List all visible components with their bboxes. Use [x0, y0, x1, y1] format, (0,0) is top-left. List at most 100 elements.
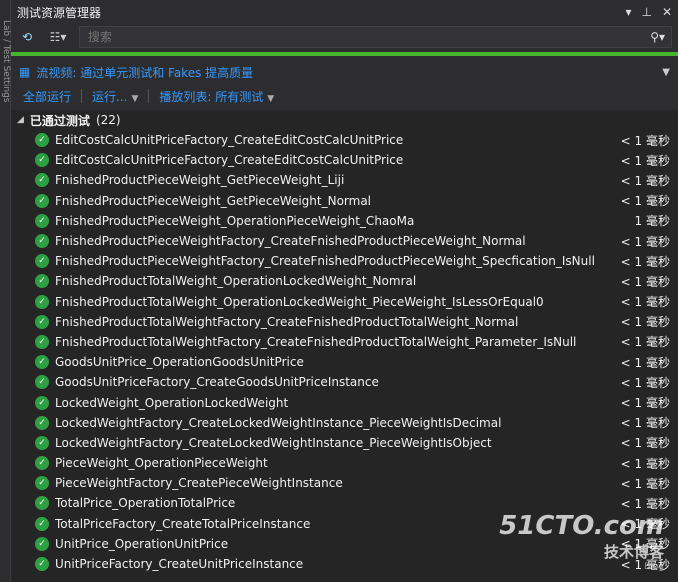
separator — [81, 89, 83, 103]
test-name: FnishedProductPieceWeight_OperationPiece… — [55, 213, 415, 228]
panel-toolbar: ⟲ ☷▾ ⚲▾ — [11, 24, 678, 50]
passed-check-icon: ✓ — [35, 213, 49, 228]
test-duration: < 1 毫秒 — [620, 335, 670, 350]
test-row[interactable]: ✓ EditCostCalcUnitPriceFactory_CreateEdit… — [11, 130, 678, 150]
refresh-icon[interactable]: ⟲ — [17, 27, 37, 47]
window-controls: ▾ ⊥ ✕ — [625, 5, 672, 19]
search-input[interactable] — [86, 29, 651, 45]
test-row[interactable]: ✓ GoodsUnitPrice_OperationGoodsUnitPrice <… — [11, 352, 678, 372]
test-row[interactable]: ✓ FnishedProductPieceWeight_GetPieceWeigh… — [11, 170, 678, 190]
test-name: FnishedProductPieceWeight_GetPieceWeight… — [55, 193, 372, 208]
test-row[interactable]: ✓ PieceWeightFactory_CreatePieceWeightIns… — [11, 473, 678, 493]
group-by-icon[interactable]: ☷▾ — [43, 27, 73, 47]
side-tab-label[interactable]: Lab / Test Settings — [1, 20, 11, 103]
test-row[interactable]: ✓ LockedWeightFactory_CreateLockedWeightI… — [11, 433, 678, 453]
expand-triangle-icon[interactable]: ◢ — [17, 115, 24, 125]
close-icon[interactable]: ✕ — [662, 5, 672, 19]
test-name: TotalPrice_OperationTotalPrice — [55, 496, 236, 511]
passed-check-icon: ✓ — [35, 516, 49, 531]
test-row[interactable]: ✓ LockedWeight_OperationLockedWeight < 1 毫… — [11, 392, 678, 412]
passed-check-icon: ✓ — [35, 435, 49, 450]
test-name: FnishedProductPieceWeightFactory_CreateF… — [55, 234, 526, 249]
test-name: EditCostCalcUnitPriceFactory_CreateEditC… — [55, 133, 404, 148]
test-duration: < 1 毫秒 — [620, 396, 670, 411]
collapse-icon[interactable]: ▼ — [662, 67, 670, 78]
test-row[interactable]: ✓ FnishedProductPieceWeight_GetPieceWeigh… — [11, 191, 678, 211]
passed-check-icon: ✓ — [35, 355, 49, 370]
test-row[interactable]: ✓ FnishedProductTotalWeight_OperationLock… — [11, 292, 678, 312]
test-duration: < 1 毫秒 — [620, 456, 670, 471]
passed-check-icon: ✓ — [35, 395, 49, 410]
test-rows: ✓ EditCostCalcUnitPriceFactory_CreateEdit… — [11, 130, 678, 574]
test-duration: < 1 毫秒 — [620, 315, 670, 330]
passed-check-icon: ✓ — [35, 476, 49, 491]
group-label: 已通过测试 — [29, 113, 90, 128]
test-row[interactable]: ✓ UnitPrice_OperationUnitPrice < 1 毫秒 — [11, 534, 678, 554]
test-duration: < 1 毫秒 — [620, 133, 670, 148]
test-duration: < 1 毫秒 — [620, 254, 670, 269]
test-name: FnishedProductTotalWeight_OperationLocke… — [55, 274, 417, 289]
test-row[interactable]: ✓ PieceWeight_OperationPieceWeight < 1 毫秒 — [11, 453, 678, 473]
run-menu[interactable]: 运行... ▼ — [92, 88, 138, 105]
chevron-down-icon: ▼ — [267, 93, 275, 104]
test-duration: < 1 毫秒 — [620, 416, 670, 431]
test-row[interactable]: ✓ FnishedProductTotalWeightFactory_Create… — [11, 332, 678, 352]
passed-check-icon: ✓ — [35, 314, 49, 329]
test-explorer-panel: 测试资源管理器 ▾ ⊥ ✕ ⟲ ☷▾ ⚲▾ ▦ 流视频: 通过单元测试和 Fak… — [11, 0, 678, 582]
passed-check-icon: ✓ — [35, 456, 49, 471]
test-duration: < 1 毫秒 — [620, 355, 670, 370]
test-name: EditCostCalcUnitPriceFactory_CreateEditC… — [55, 153, 404, 168]
passed-check-icon: ✓ — [35, 193, 49, 208]
run-all-link[interactable]: 全部运行 — [23, 88, 71, 105]
passed-check-icon: ✓ — [35, 415, 49, 430]
passed-check-icon: ✓ — [35, 234, 49, 249]
test-row[interactable]: ✓ FnishedProductPieceWeight_OperationPiec… — [11, 211, 678, 231]
test-name: GoodsUnitPrice_OperationGoodsUnitPrice — [55, 355, 304, 370]
search-box[interactable]: ⚲▾ — [79, 26, 672, 48]
test-name: GoodsUnitPriceFactory_CreateGoodsUnitPri… — [55, 375, 379, 390]
video-link-label: 流视频: 通过单元测试和 Fakes 提高质量 — [36, 65, 254, 80]
passed-check-icon: ✓ — [35, 173, 49, 188]
playlist-menu[interactable]: 播放列表: 所有测试 ▼ — [159, 88, 274, 105]
separator — [148, 89, 150, 103]
test-row[interactable]: ✓ GoodsUnitPriceFactory_CreateGoodsUnitPr… — [11, 372, 678, 392]
dropdown-arrow-icon[interactable]: ▾ — [625, 5, 631, 19]
test-row[interactable]: ✓ LockedWeightFactory_CreateLockedWeightI… — [11, 413, 678, 433]
test-name: LockedWeightFactory_CreateLockedWeightIn… — [55, 435, 492, 450]
test-row[interactable]: ✓ UnitPriceFactory_CreateUnitPriceInstanc… — [11, 554, 678, 574]
passed-check-icon: ✓ — [35, 536, 49, 551]
passed-check-icon: ✓ — [35, 294, 49, 309]
test-row[interactable]: ✓ FnishedProductPieceWeightFactory_Create… — [11, 251, 678, 271]
test-duration: < 1 毫秒 — [620, 496, 670, 511]
test-duration: < 1 毫秒 — [620, 436, 670, 451]
passed-check-icon: ✓ — [35, 334, 49, 349]
passed-check-icon: ✓ — [35, 375, 49, 390]
passed-check-icon: ✓ — [35, 496, 49, 511]
video-link[interactable]: ▦ 流视频: 通过单元测试和 Fakes 提高质量 — [19, 64, 253, 81]
test-name: PieceWeightFactory_CreatePieceWeightInst… — [55, 476, 343, 491]
passed-check-icon: ✓ — [35, 557, 49, 572]
pin-icon[interactable]: ⊥ — [641, 5, 651, 19]
panel-title: 测试资源管理器 — [17, 5, 102, 20]
group-header-passed[interactable]: ◢ 已通过测试 (22) — [11, 110, 678, 130]
test-row[interactable]: ✓ FnishedProductTotalWeightFactory_Create… — [11, 312, 678, 332]
passed-check-icon: ✓ — [35, 254, 49, 269]
test-row[interactable]: ✓ TotalPriceFactory_CreateTotalPriceInsta… — [11, 514, 678, 534]
test-status-bar — [11, 52, 678, 56]
test-list: ◢ 已通过测试 (22) ✓ EditCostCalcUnitPriceFacto… — [11, 110, 678, 582]
test-name: FnishedProductTotalWeightFactory_CreateF… — [55, 334, 577, 349]
test-duration: < 1 毫秒 — [620, 557, 670, 572]
test-row[interactable]: ✓ TotalPrice_OperationTotalPrice < 1 毫秒 — [11, 493, 678, 513]
test-duration: < 1 毫秒 — [620, 375, 670, 390]
test-duration: < 1 毫秒 — [620, 173, 670, 188]
test-row[interactable]: ✓ EditCostCalcUnitPriceFactory_CreateEdit… — [11, 150, 678, 170]
action-bar: 全部运行 运行... ▼ 播放列表: 所有测试 ▼ — [11, 84, 678, 108]
info-bar: ▦ 流视频: 通过单元测试和 Fakes 提高质量 ▼ — [11, 60, 678, 84]
test-row[interactable]: ✓ FnishedProductPieceWeightFactory_Create… — [11, 231, 678, 251]
test-row[interactable]: ✓ FnishedProductTotalWeight_OperationLock… — [11, 271, 678, 291]
side-tab-strip[interactable]: Lab / Test Settings — [0, 0, 11, 582]
test-name: FnishedProductTotalWeightFactory_CreateF… — [55, 314, 519, 329]
test-name: TotalPriceFactory_CreateTotalPriceInstan… — [55, 516, 311, 531]
search-icon[interactable]: ⚲▾ — [650, 30, 665, 44]
group-count: (22) — [95, 113, 121, 127]
